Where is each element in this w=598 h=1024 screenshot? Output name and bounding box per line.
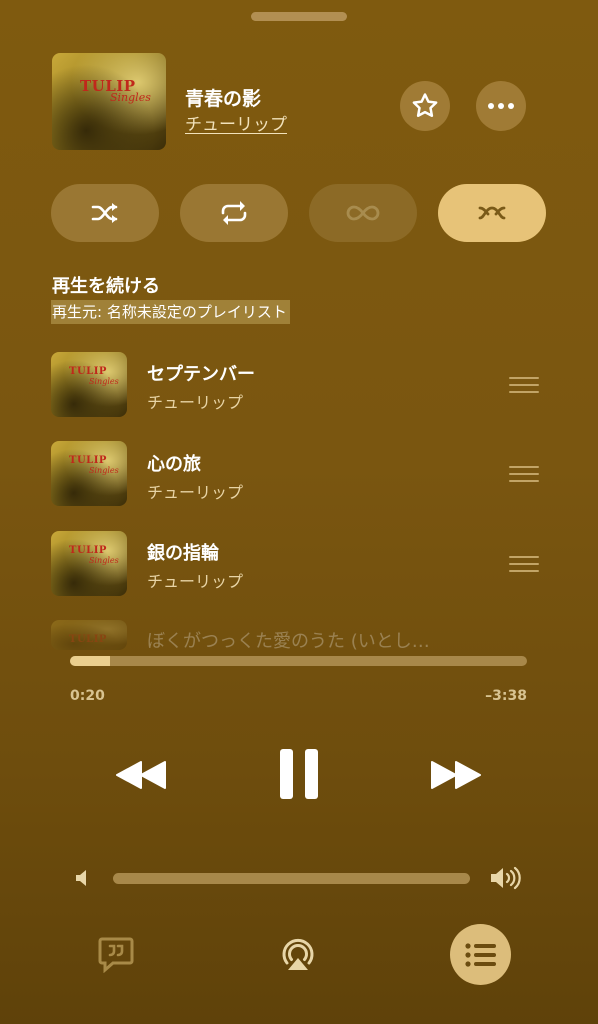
artwork-text-singles: Singles [89, 556, 119, 565]
repeat-icon [221, 201, 247, 225]
artwork-text-tulip: TULIP [69, 545, 107, 556]
playback-scrubber[interactable] [70, 656, 527, 666]
infinity-button[interactable] [309, 184, 417, 242]
reorder-handle-icon[interactable] [509, 466, 539, 484]
infinity-icon [346, 205, 380, 221]
sheet-grabber[interactable] [251, 12, 347, 21]
more-options-button[interactable] [476, 81, 526, 131]
ellipsis-icon [488, 103, 514, 109]
airplay-icon [282, 938, 314, 970]
queue-item-title: 銀の指輪 [147, 543, 219, 564]
now-playing-artwork: TULIP Singles [52, 53, 166, 150]
queue-item-title: 心の旅 [147, 454, 201, 475]
pause-button[interactable] [276, 746, 322, 802]
queue-item-artist: チューリップ [147, 393, 244, 412]
artwork-text-singles: Singles [89, 377, 119, 386]
volume-max-icon [488, 864, 524, 892]
lyrics-button[interactable] [95, 934, 137, 974]
autoplay-button[interactable] [438, 184, 546, 242]
repeat-button[interactable] [180, 184, 288, 242]
queue-item-artwork: TULIP Singles [51, 531, 127, 596]
remaining-time: –3:38 [485, 688, 527, 704]
reorder-handle-icon[interactable] [509, 556, 539, 574]
queue-item-artist: チューリップ [147, 572, 244, 591]
elapsed-time: 0:20 [70, 688, 105, 704]
pause-icon [280, 749, 318, 799]
list-icon [464, 942, 496, 967]
favorite-button[interactable] [400, 81, 450, 131]
queue-item-title: ぼくがつっくた愛のうた (いとし… [147, 631, 430, 652]
queue-button[interactable] [450, 924, 511, 985]
artwork-text-tulip: TULIP [69, 455, 107, 466]
volume-min-icon [72, 866, 92, 890]
airplay-button[interactable] [276, 934, 320, 976]
rewind-button[interactable] [113, 756, 169, 794]
queue-item-artwork: TULIP [51, 620, 127, 650]
autoplay-icon [478, 206, 506, 220]
queue-item-title: セプテンバー [147, 364, 255, 385]
volume-slider[interactable] [113, 873, 470, 884]
rewind-icon [116, 761, 166, 789]
fast-forward-button[interactable] [428, 756, 484, 794]
song-title: 青春の影 [185, 88, 262, 110]
artwork-text-singles: Singles [110, 91, 151, 104]
artwork-text-tulip: TULIP [69, 366, 107, 377]
artwork-text-singles: Singles [89, 466, 119, 475]
queue-item-artist: チューリップ [147, 483, 244, 502]
reorder-handle-icon[interactable] [509, 377, 539, 395]
fast-forward-icon [431, 761, 481, 789]
playing-from-label[interactable]: 再生元: 名称未設定のプレイリスト [51, 300, 290, 324]
star-icon [412, 93, 438, 117]
continue-playing-title: 再生を続ける [52, 276, 160, 297]
queue-item-artwork: TULIP Singles [51, 441, 127, 506]
queue-item-artwork: TULIP Singles [51, 352, 127, 417]
artwork-text-tulip: TULIP [69, 634, 107, 645]
playback-progress-fill [70, 656, 110, 666]
shuffle-icon [91, 203, 118, 223]
artist-link[interactable]: チューリップ [185, 110, 287, 135]
shuffle-button[interactable] [51, 184, 159, 242]
lyrics-icon [98, 937, 134, 973]
